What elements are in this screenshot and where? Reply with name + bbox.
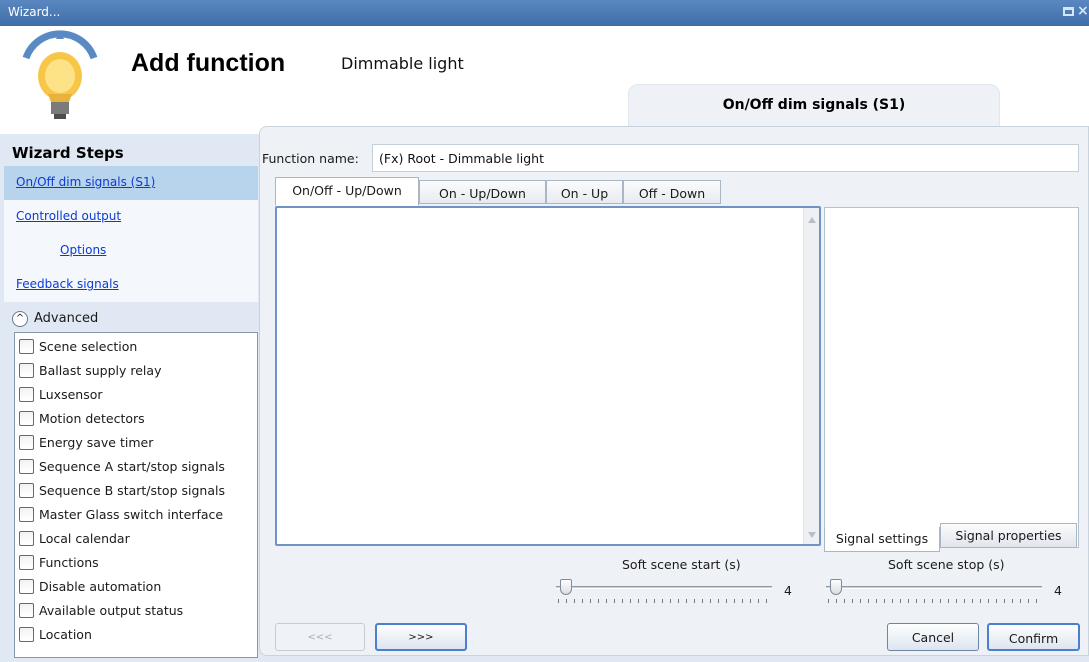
close-icon[interactable]: × <box>1077 3 1089 19</box>
checkbox[interactable] <box>19 411 34 426</box>
checkbox[interactable] <box>19 363 34 378</box>
checkbox[interactable] <box>19 627 34 642</box>
tab-on-up[interactable]: On - Up <box>546 180 623 204</box>
option-label: Scene selection <box>39 339 138 354</box>
soft-scene-start-value: 4 <box>784 583 792 598</box>
function-name-label: Function name: <box>262 151 359 166</box>
slider-thumb[interactable] <box>560 579 572 595</box>
next-button[interactable]: >>> <box>375 623 467 651</box>
wizard-sidebar: Wizard Steps On/Off dim signals (S1) Con… <box>4 134 258 658</box>
soft-scene-start-slider[interactable]: 4 <box>556 579 792 605</box>
function-type: Dimmable light <box>341 54 464 73</box>
option-luxsensor[interactable]: Luxsensor <box>15 383 257 407</box>
checkbox[interactable] <box>19 579 34 594</box>
wizard-header: Add function Dimmable light On/Off dim s… <box>0 26 1089 134</box>
cancel-button[interactable]: Cancel <box>887 623 979 651</box>
slider-track <box>556 586 772 589</box>
option-label: Energy save timer <box>39 435 154 450</box>
option-scene-selection[interactable]: Scene selection <box>15 335 257 359</box>
checkbox[interactable] <box>19 459 34 474</box>
option-ballast-supply-relay[interactable]: Ballast supply relay <box>15 359 257 383</box>
soft-scene-stop-value: 4 <box>1054 583 1062 598</box>
tab-on-up-down[interactable]: On - Up/Down <box>419 180 546 204</box>
option-label: Local calendar <box>39 531 130 546</box>
option-motion-detectors[interactable]: Motion detectors <box>15 407 257 431</box>
tab-signal-settings[interactable]: Signal settings <box>824 527 940 552</box>
option-label: Sequence B start/stop signals <box>39 483 225 498</box>
option-label: Disable automation <box>39 579 162 594</box>
checkbox[interactable] <box>19 483 34 498</box>
main-panel: Function name: On/Off - Up/Down On - Up/… <box>259 126 1089 656</box>
previous-button[interactable]: <<< <box>275 623 365 651</box>
option-label: Available output status <box>39 603 184 618</box>
checkbox[interactable] <box>19 531 34 546</box>
option-local-calendar[interactable]: Local calendar <box>15 527 257 551</box>
function-name-input[interactable] <box>372 144 1079 172</box>
confirm-button[interactable]: Confirm <box>987 623 1080 651</box>
option-label: Functions <box>39 555 99 570</box>
slider-track <box>826 586 1042 589</box>
slider-ticks <box>558 599 770 603</box>
window-title: Wizard... <box>8 5 61 19</box>
soft-scene-start-label: Soft scene start (s) <box>622 557 741 572</box>
tab-off-down[interactable]: Off - Down <box>623 180 721 204</box>
window-controls: × <box>1061 3 1089 20</box>
signal-settings-panel <box>824 207 1079 548</box>
maximize-icon[interactable] <box>1063 7 1074 16</box>
checkbox[interactable] <box>19 555 34 570</box>
page-title: Add function <box>131 49 286 77</box>
checkbox[interactable] <box>19 387 34 402</box>
checkbox[interactable] <box>19 339 34 354</box>
slider-thumb[interactable] <box>830 579 842 595</box>
option-label: Luxsensor <box>39 387 103 402</box>
collapse-up-icon[interactable]: ^ <box>12 311 28 327</box>
wizard-steps-title: Wizard Steps <box>12 144 124 162</box>
step-feedback-signals[interactable]: Feedback signals <box>4 268 258 302</box>
advanced-toggle[interactable]: ^ Advanced <box>8 306 258 332</box>
option-label: Motion detectors <box>39 411 145 426</box>
option-label: Sequence A start/stop signals <box>39 459 225 474</box>
vertical-scrollbar[interactable] <box>803 208 819 544</box>
option-location[interactable]: Location <box>15 623 257 647</box>
soft-scene-stop-label: Soft scene stop (s) <box>888 557 1005 572</box>
option-label: Ballast supply relay <box>39 363 162 378</box>
option-label: Location <box>39 627 92 642</box>
tab-signal-properties[interactable]: Signal properties <box>940 523 1077 548</box>
signals-list[interactable] <box>275 206 821 546</box>
tab-on-off-up-down[interactable]: On/Off - Up/Down <box>275 177 419 206</box>
option-energy-save-timer[interactable]: Energy save timer <box>15 431 257 455</box>
soft-scene-stop-slider[interactable]: 4 <box>826 579 1062 605</box>
scroll-down-icon[interactable] <box>808 532 816 538</box>
option-master-glass-switch[interactable]: Master Glass switch interface <box>15 503 257 527</box>
checkbox[interactable] <box>19 507 34 522</box>
step-options[interactable]: Options <box>4 234 258 268</box>
scroll-up-icon[interactable] <box>808 217 816 223</box>
advanced-options-list: Scene selection Ballast supply relay Lux… <box>14 332 258 658</box>
option-sequence-a[interactable]: Sequence A start/stop signals <box>15 455 257 479</box>
option-disable-automation[interactable]: Disable automation <box>15 575 257 599</box>
checkbox[interactable] <box>19 603 34 618</box>
advanced-label: Advanced <box>34 311 99 326</box>
option-functions[interactable]: Functions <box>15 551 257 575</box>
option-available-output-status[interactable]: Available output status <box>15 599 257 623</box>
lightbulb-icon <box>22 30 98 119</box>
option-sequence-b[interactable]: Sequence B start/stop signals <box>15 479 257 503</box>
checkbox[interactable] <box>19 435 34 450</box>
window-titlebar: Wizard... × <box>0 0 1089 26</box>
step-on-off-dim-signals[interactable]: On/Off dim signals (S1) <box>4 166 258 200</box>
option-label: Master Glass switch interface <box>39 507 224 522</box>
slider-ticks <box>828 599 1040 603</box>
step-controlled-output[interactable]: Controlled output <box>4 200 258 234</box>
